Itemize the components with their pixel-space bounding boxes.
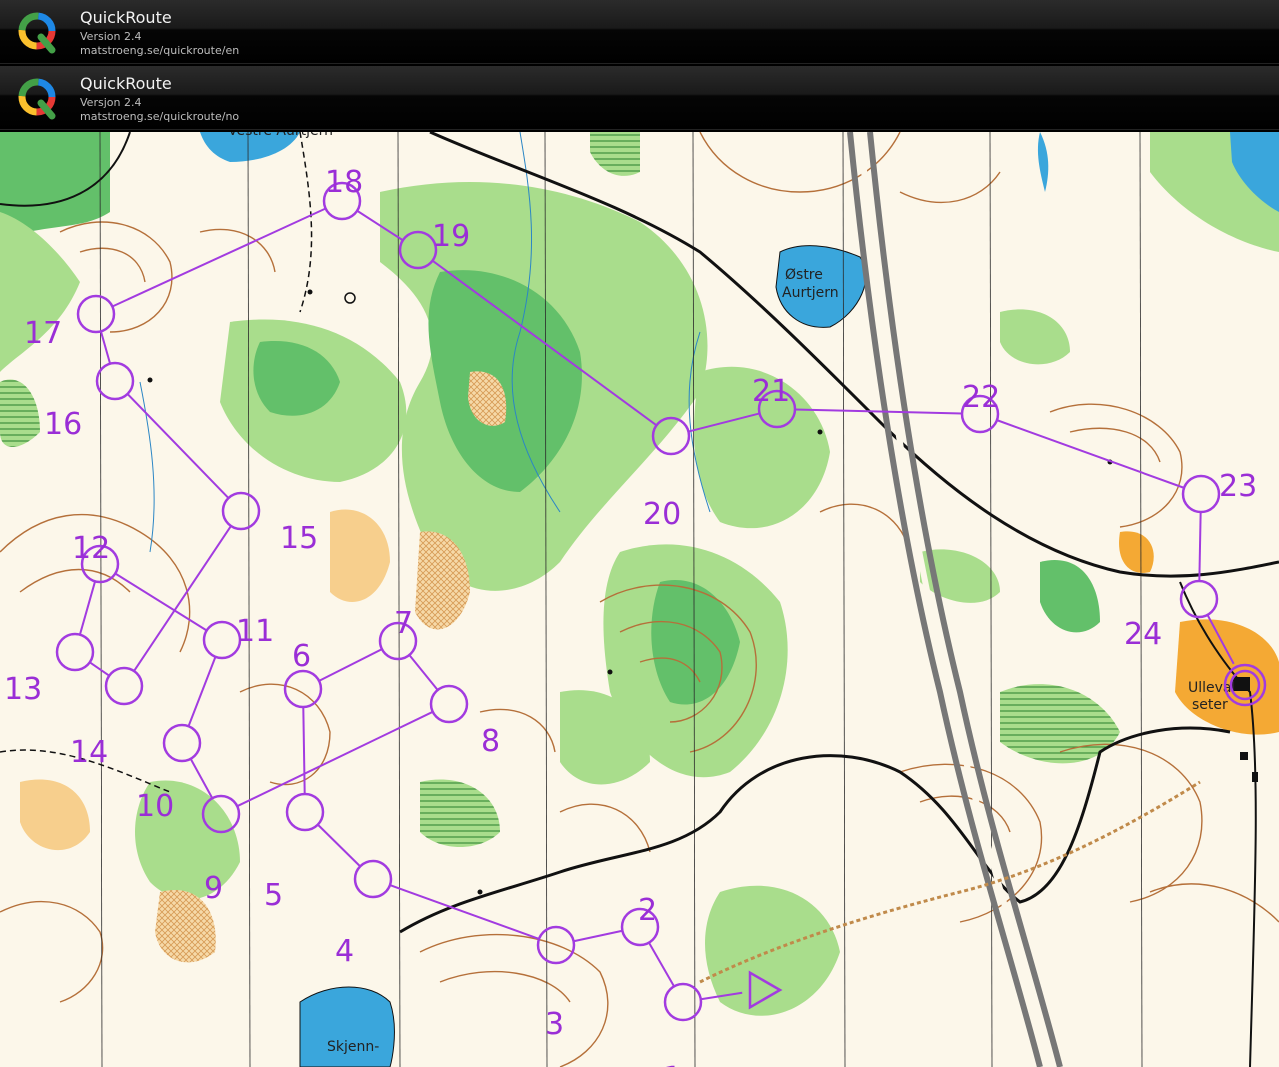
map-canvas[interactable]: ØstreAurtjernUllevalseterSkjenn-Vestre A… — [0, 132, 1279, 1067]
control-number: 8 — [481, 724, 500, 759]
course-leg — [302, 706, 306, 795]
quickroute-logo-icon — [18, 78, 56, 120]
course-leg — [111, 207, 327, 308]
control-number: 4 — [335, 934, 354, 969]
app-version: Version 2.4 — [80, 30, 142, 43]
course-leg — [389, 884, 540, 940]
course-leg — [573, 929, 623, 943]
control-circle[interactable] — [283, 669, 323, 709]
place-label: seter — [1192, 697, 1228, 713]
control-number: 2 — [638, 893, 657, 928]
control-circle[interactable] — [162, 723, 202, 763]
app-url[interactable]: matstroeng.se/quickroute/en — [80, 44, 239, 57]
control-circle[interactable] — [285, 792, 325, 832]
app-url[interactable]: matstroeng.se/quickroute/no — [80, 110, 239, 123]
control-circle[interactable] — [55, 632, 95, 672]
control-number: 13 — [4, 672, 42, 707]
control-number: 9 — [204, 871, 223, 906]
control-number: 12 — [72, 531, 110, 566]
control-number: 1 — [663, 1061, 682, 1067]
control-circle[interactable] — [663, 982, 703, 1022]
control-number: 20 — [643, 497, 681, 532]
forest-areas — [0, 132, 1279, 1016]
control-circle[interactable] — [1181, 474, 1221, 514]
control-circle[interactable] — [95, 361, 135, 401]
place-label: Østre — [785, 267, 823, 283]
course-leg — [794, 408, 963, 415]
course-leg — [1198, 511, 1202, 582]
control-number: 17 — [24, 316, 62, 351]
control-number: 11 — [236, 614, 274, 649]
control-number: 19 — [432, 219, 470, 254]
control-number: 22 — [962, 380, 1000, 415]
control-number: 24 — [1124, 617, 1162, 652]
course-leg — [236, 710, 434, 808]
course-leg — [317, 823, 361, 868]
control-number: 15 — [280, 521, 318, 556]
orienteering-map[interactable]: ØstreAurtjernUllevalseterSkjenn-Vestre A… — [0, 132, 1279, 1067]
app-header-no: QuickRoute Versjon 2.4 matstroeng.se/qui… — [0, 66, 1279, 130]
place-label: Skjenn- — [327, 1039, 379, 1055]
control-number: 3 — [545, 1007, 564, 1042]
control-number: 14 — [70, 735, 108, 770]
control-circle[interactable] — [353, 859, 393, 899]
control-number: 5 — [264, 878, 283, 913]
control-number: 21 — [752, 374, 790, 409]
app-header-en: QuickRoute Version 2.4 matstroeng.se/qui… — [0, 0, 1279, 64]
control-number: 23 — [1219, 469, 1257, 504]
course-leg — [408, 654, 439, 691]
app-name: QuickRoute — [80, 8, 172, 27]
control-circle[interactable] — [202, 620, 242, 660]
course-leg — [318, 648, 383, 682]
control-circle[interactable] — [104, 666, 144, 706]
control-number: 6 — [292, 639, 311, 674]
app-name: QuickRoute — [80, 74, 172, 93]
place-label: Aurtjern — [782, 285, 839, 301]
control-circle[interactable] — [429, 684, 469, 724]
course-leg — [648, 942, 675, 987]
control-circle[interactable] — [76, 294, 116, 334]
quickroute-logo-icon — [18, 12, 56, 54]
control-circle[interactable] — [221, 491, 261, 531]
control-number: 7 — [394, 606, 413, 641]
course-leg — [133, 525, 232, 672]
course-leg — [187, 656, 217, 727]
course-leg — [99, 331, 112, 364]
control-number: 10 — [136, 789, 174, 824]
control-number: 18 — [325, 165, 363, 200]
course-leg — [126, 393, 230, 499]
course-leg — [89, 661, 110, 677]
control-number: 16 — [44, 407, 82, 442]
app-version: Versjon 2.4 — [80, 96, 142, 109]
course-leg — [78, 581, 97, 635]
place-label: Vestre Aurtjern — [228, 132, 333, 139]
